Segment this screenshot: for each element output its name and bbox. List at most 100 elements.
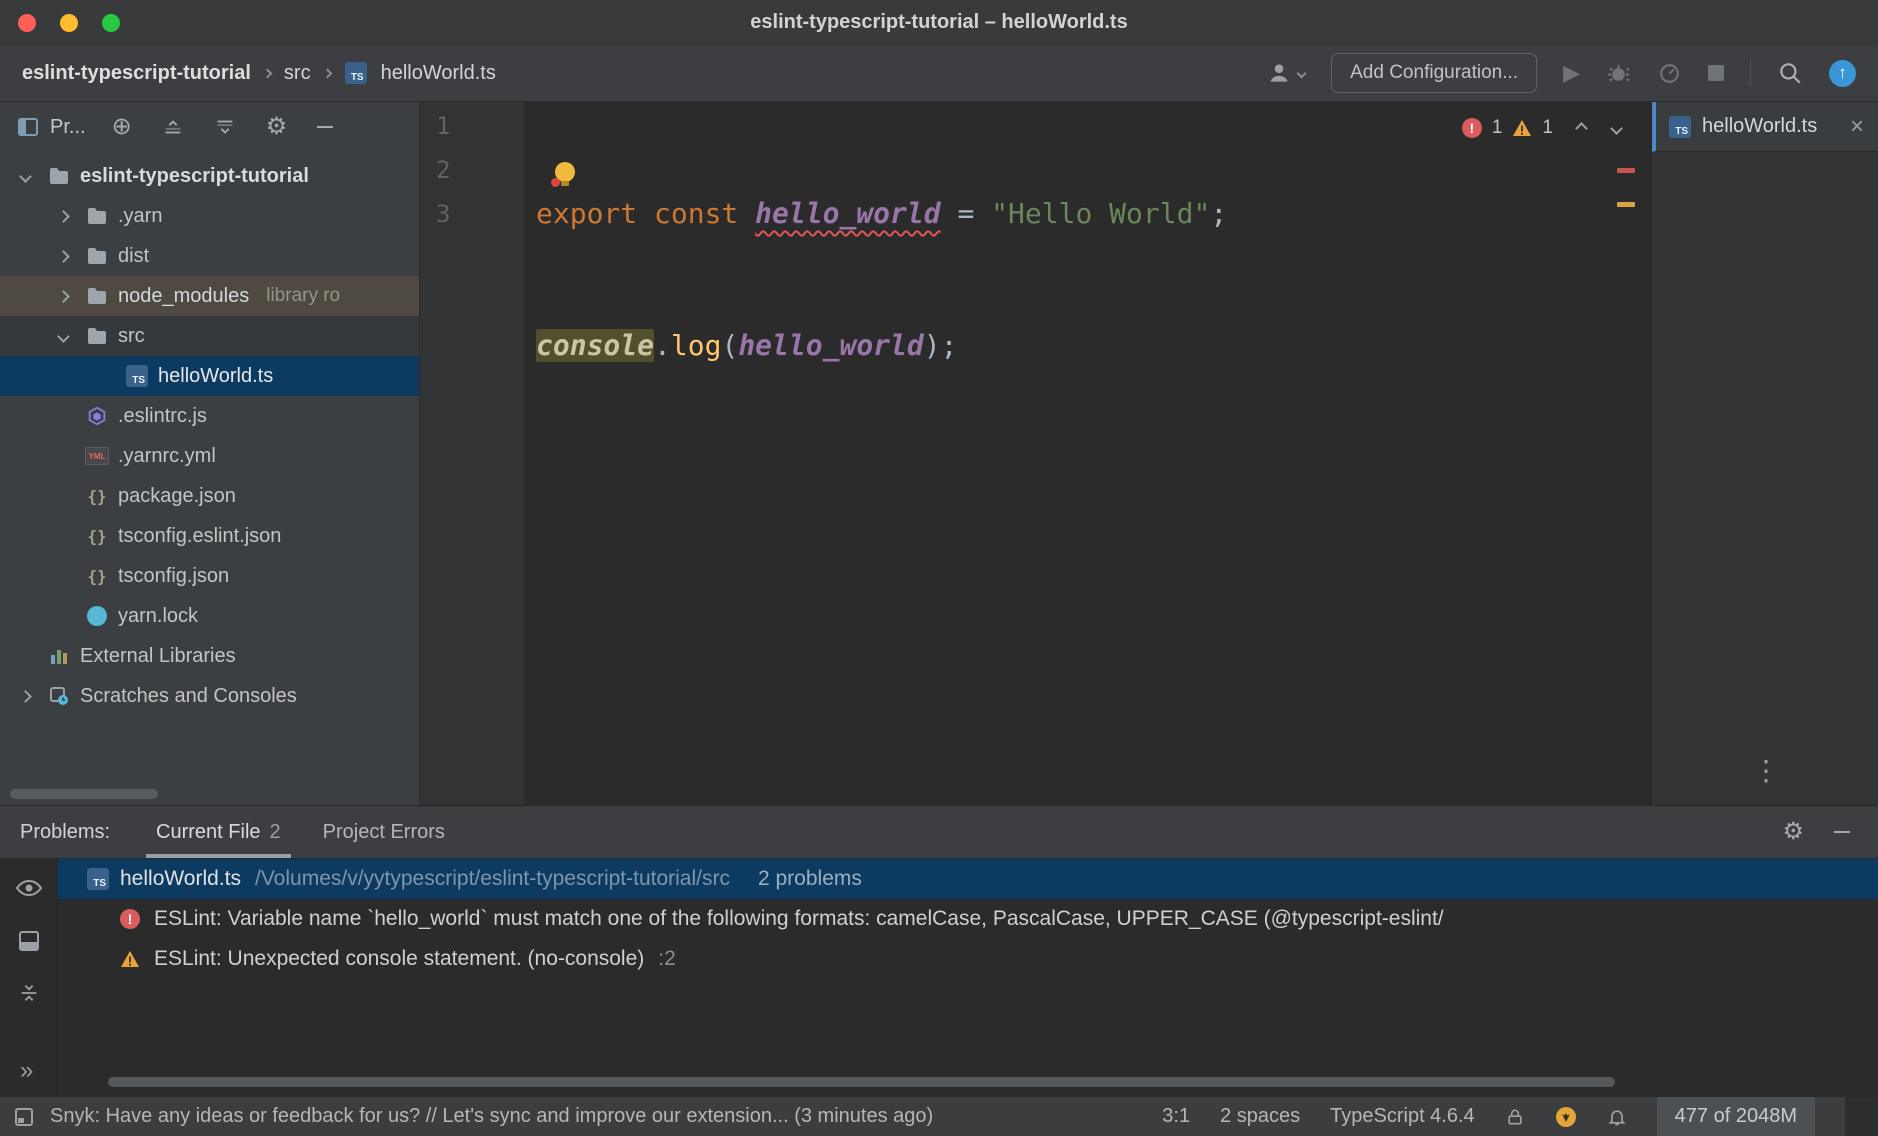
chevron-right-icon[interactable]	[19, 690, 32, 703]
debug-button[interactable]	[1606, 61, 1631, 86]
typescript-file-icon: TS	[1668, 115, 1692, 139]
tree-item-eslintrc[interactable]: .eslintrc.js	[0, 396, 419, 436]
notifications-bell-icon[interactable]	[1607, 1106, 1627, 1128]
tree-item-yarnrc[interactable]: YML .yarnrc.yml	[0, 436, 419, 476]
folder-icon	[85, 204, 109, 228]
tree-item-project-root[interactable]: eslint-typescript-tutorial	[0, 156, 419, 196]
hide-panel-icon[interactable]	[1834, 831, 1850, 833]
tree-item-helloworld-ts[interactable]: TS helloWorld.ts	[0, 356, 419, 396]
yaml-file-icon: YML	[85, 444, 109, 468]
breadcrumb-file[interactable]: helloWorld.ts	[381, 62, 496, 85]
close-tab-icon[interactable]: ×	[1850, 115, 1864, 139]
problem-count-badge: 2	[270, 821, 281, 844]
line-number: 3	[436, 192, 524, 236]
caret-position-widget[interactable]: 3:1	[1162, 1105, 1190, 1128]
inspections-widget[interactable]: 1 1	[1462, 117, 1621, 139]
breadcrumb: eslint-typescript-tutorial src TS helloW…	[22, 61, 496, 85]
line-number: 1	[436, 104, 524, 148]
collapse-all-icon[interactable]	[214, 116, 236, 138]
status-bar: Snyk: Have any ideas or feedback for us?…	[0, 1096, 1878, 1136]
add-configuration-button[interactable]: Add Configuration...	[1331, 53, 1537, 93]
more-options-icon[interactable]: ⋮	[1752, 754, 1780, 787]
project-horizontal-scrollbar[interactable]	[10, 789, 158, 799]
lock-icon[interactable]	[1505, 1107, 1525, 1127]
expand-all-icon[interactable]	[162, 116, 184, 138]
error-count: 1	[1492, 117, 1503, 139]
problems-horizontal-scrollbar[interactable]	[108, 1077, 1615, 1087]
run-button[interactable]: ▶	[1563, 62, 1580, 84]
chevron-down-icon[interactable]	[19, 170, 32, 183]
chevron-right-icon[interactable]	[57, 210, 70, 223]
chevron-down-icon[interactable]	[57, 330, 70, 343]
toolbar-divider	[1750, 60, 1751, 86]
warning-icon	[1512, 119, 1532, 137]
settings-gear-icon[interactable]: ⚙	[266, 115, 288, 139]
problems-left-toolbar: »	[0, 859, 58, 1096]
tree-item-yarn-lock[interactable]: yarn.lock	[0, 596, 419, 636]
editor-tab-helloworld[interactable]: TS helloWorld.ts ×	[1652, 102, 1878, 152]
previous-problem-icon[interactable]	[1575, 122, 1588, 135]
next-problem-icon[interactable]	[1610, 122, 1623, 135]
typescript-file-icon: TS	[344, 61, 368, 85]
tree-item-external-libraries[interactable]: External Libraries	[0, 636, 419, 676]
tree-item-yarn[interactable]: .yarn	[0, 196, 419, 236]
warning-count: 1	[1542, 117, 1553, 139]
problem-row-error[interactable]: ESLint: Variable name `hello_world` must…	[58, 899, 1878, 939]
json-file-icon: {}	[85, 524, 109, 548]
memory-indicator[interactable]: 477 of 2048M	[1657, 1097, 1815, 1136]
problem-row-warning[interactable]: ESLint: Unexpected console statement. (n…	[58, 939, 1878, 979]
preview-layout-icon[interactable]	[18, 930, 40, 952]
tree-item-tsconfig-json[interactable]: {} tsconfig.json	[0, 556, 419, 596]
code-line-1: export const hello_world = "Hello World"…	[536, 192, 1227, 236]
tab-project-errors[interactable]: Project Errors	[307, 806, 461, 858]
profiler-button[interactable]	[1657, 61, 1682, 86]
problems-panel-label: Problems:	[20, 821, 110, 844]
locate-file-icon[interactable]: ⊕	[112, 115, 132, 139]
settings-gear-icon[interactable]: ⚙	[1782, 820, 1804, 844]
scratches-icon	[47, 684, 71, 708]
hide-panel-icon[interactable]	[317, 126, 333, 128]
user-icon	[1266, 60, 1292, 86]
status-message[interactable]: Snyk: Have any ideas or feedback for us?…	[50, 1105, 933, 1128]
tree-item-src[interactable]: src	[0, 316, 419, 356]
snyk-status-icon[interactable]	[1555, 1106, 1577, 1128]
problems-file-row[interactable]: TS helloWorld.ts /Volumes/v/yytypescript…	[58, 859, 1878, 899]
problems-tab-bar: Problems: Current File 2 Project Errors …	[0, 806, 1878, 859]
tab-current-file[interactable]: Current File 2	[140, 806, 297, 858]
view-options-eye-icon[interactable]	[16, 879, 42, 897]
hidden-tabs-icon[interactable]: »	[20, 1057, 33, 1085]
search-icon[interactable]	[1777, 60, 1803, 86]
code-area[interactable]: export const hello_world = "Hello World"…	[524, 102, 1227, 805]
line-number: 2	[436, 148, 524, 192]
breadcrumb-project[interactable]: eslint-typescript-tutorial	[22, 62, 251, 85]
titlebar: eslint-typescript-tutorial – helloWorld.…	[0, 0, 1878, 45]
tree-item-package-json[interactable]: {} package.json	[0, 476, 419, 516]
tree-item-dist[interactable]: dist	[0, 236, 419, 276]
stop-button[interactable]	[1708, 65, 1724, 81]
update-available-icon[interactable]: ↑	[1829, 60, 1856, 87]
tree-item-node-modules[interactable]: node_modules library ro	[0, 276, 419, 316]
collapse-all-icon[interactable]	[18, 982, 40, 1004]
editor-tab-strip: TS helloWorld.ts × ⋮	[1651, 102, 1878, 805]
toolwindow-switcher-icon[interactable]	[14, 1107, 34, 1127]
warning-stripe-mark[interactable]	[1617, 202, 1635, 207]
chevron-right-icon	[322, 68, 332, 78]
folder-icon	[85, 284, 109, 308]
eslint-file-icon	[85, 404, 109, 428]
tree-item-tsconfig-eslint-json[interactable]: {} tsconfig.eslint.json	[0, 516, 419, 556]
tree-item-scratches[interactable]: Scratches and Consoles	[0, 676, 419, 716]
chevron-right-icon[interactable]	[57, 250, 70, 263]
chevron-right-icon[interactable]	[57, 290, 70, 303]
breadcrumb-folder[interactable]: src	[284, 62, 311, 85]
typescript-version-widget[interactable]: TypeScript 4.6.4	[1330, 1105, 1475, 1128]
intention-bulb-icon[interactable]	[553, 162, 577, 186]
indent-widget[interactable]: 2 spaces	[1220, 1105, 1300, 1128]
user-menu[interactable]	[1266, 60, 1305, 86]
typescript-file-icon: TS	[86, 867, 110, 891]
project-tree: eslint-typescript-tutorial .yarn dist no…	[0, 152, 419, 716]
project-toolwindow-icon[interactable]	[16, 115, 40, 139]
project-panel-title[interactable]: Pr...	[50, 116, 86, 139]
error-stripe-mark[interactable]	[1617, 168, 1635, 173]
editor[interactable]: 1 2 3 export const hello_world = "Hello …	[420, 102, 1651, 805]
project-panel: Pr... ⊕ ⚙ eslint-typescript-tutorial .ya…	[0, 102, 420, 805]
